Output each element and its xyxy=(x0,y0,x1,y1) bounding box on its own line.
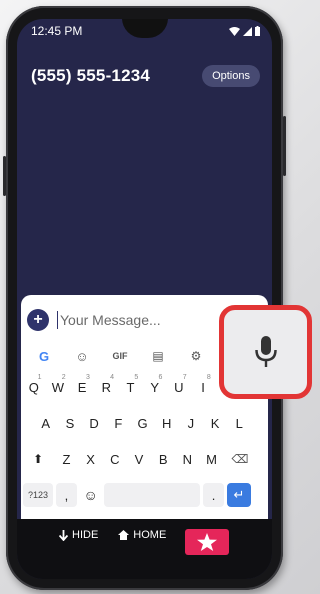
key-y[interactable]: Y6 xyxy=(144,373,166,401)
enter-key[interactable]: ↵ xyxy=(226,483,251,507)
home-button[interactable]: HOME xyxy=(118,529,166,541)
key-s[interactable]: S xyxy=(59,409,81,437)
status-time: 12:45 PM xyxy=(31,24,83,38)
arrow-down-icon xyxy=(59,529,68,541)
clipboard-icon[interactable]: ▤ xyxy=(139,349,177,363)
shift-key[interactable]: ⬆ xyxy=(23,445,53,473)
wifi-icon xyxy=(229,26,240,36)
key-v[interactable]: V xyxy=(128,445,150,473)
key-g[interactable]: G xyxy=(132,409,154,437)
sticker-icon-glyph: ☺ xyxy=(75,348,89,364)
period-key[interactable]: . xyxy=(202,483,225,507)
key-label: Y xyxy=(150,379,160,395)
keyboard-row-1: Q1 W2 E3 R4 T5 Y6 U7 I8 xyxy=(23,373,217,401)
star-icon xyxy=(197,533,217,551)
key-hint: 6 xyxy=(158,374,163,381)
key-c[interactable]: C xyxy=(104,445,126,473)
keyboard-row-2: A S D F G H J K L xyxy=(35,409,253,437)
key-hint: 3 xyxy=(85,374,90,381)
star-button[interactable] xyxy=(185,529,229,555)
key-label: U xyxy=(174,379,184,395)
key-t[interactable]: T5 xyxy=(120,373,142,401)
key-hint: 2 xyxy=(61,374,66,381)
key-label: R xyxy=(101,379,111,395)
key-label: W xyxy=(51,379,65,395)
google-icon-glyph: G xyxy=(38,348,50,364)
key-hint: 7 xyxy=(182,374,187,381)
key-l[interactable]: L xyxy=(229,409,251,437)
home-label: HOME xyxy=(133,529,167,541)
clipboard-icon-glyph: ▤ xyxy=(152,349,164,363)
settings-icon-glyph: ⚙ xyxy=(190,349,202,363)
key-a[interactable]: A xyxy=(35,409,57,437)
emoji-key[interactable]: ☺ xyxy=(80,481,102,509)
settings-icon[interactable]: ⚙ xyxy=(177,349,215,363)
key-n[interactable]: N xyxy=(177,445,199,473)
conversation-header: (555) 555-1234 Options xyxy=(31,65,260,87)
key-hint: 5 xyxy=(134,374,139,381)
key-f[interactable]: F xyxy=(108,409,130,437)
home-icon xyxy=(118,530,130,540)
key-h[interactable]: H xyxy=(156,409,178,437)
key-e[interactable]: E3 xyxy=(71,373,93,401)
battery-icon xyxy=(255,26,260,36)
key-m[interactable]: M xyxy=(201,445,223,473)
gif-label: GIF xyxy=(112,351,128,361)
key-label: E xyxy=(77,379,87,395)
symbols-key[interactable]: ?123 xyxy=(23,483,53,507)
sticker-icon[interactable]: ☺ xyxy=(63,349,101,364)
microphone-button[interactable] xyxy=(234,321,297,383)
phone-side-button xyxy=(283,116,286,176)
bottom-nav: HIDE HOME xyxy=(17,519,272,579)
signal-icon xyxy=(243,26,252,36)
key-hint: 8 xyxy=(206,374,211,381)
key-label: I xyxy=(201,379,205,395)
comma-key[interactable]: , xyxy=(55,483,78,507)
add-attachment-button[interactable]: + xyxy=(27,309,49,331)
key-hint: 1 xyxy=(37,374,42,381)
google-icon[interactable]: G xyxy=(25,349,63,364)
key-hint: 4 xyxy=(110,374,115,381)
gif-icon[interactable]: GIF xyxy=(101,351,139,361)
key-b[interactable]: B xyxy=(152,445,174,473)
microphone-button-highlight[interactable] xyxy=(219,305,312,399)
key-z[interactable]: Z xyxy=(56,445,78,473)
phone-side-button xyxy=(3,156,6,196)
phone-frame: 12:45 PM (555) 555-1234 Options + G ☺ GI… xyxy=(3,6,286,590)
hide-label: HIDE xyxy=(72,529,99,541)
key-u[interactable]: U7 xyxy=(168,373,190,401)
keyboard-row-3: ⬆ Z X C V B N M ⌫ xyxy=(23,445,258,473)
microphone-icon xyxy=(254,336,277,367)
key-x[interactable]: X xyxy=(80,445,102,473)
key-label: Q xyxy=(28,379,39,395)
backspace-key[interactable]: ⌫ xyxy=(225,445,255,473)
space-key[interactable] xyxy=(104,483,201,507)
keyboard-toolbar: G ☺ GIF ▤ ⚙ xyxy=(25,344,225,368)
key-q[interactable]: Q1 xyxy=(23,373,45,401)
status-bar: 12:45 PM xyxy=(17,19,272,43)
key-label: T xyxy=(126,379,135,395)
keyboard-row-4: ?123 , ☺ . ↵ xyxy=(23,481,254,509)
key-w[interactable]: W2 xyxy=(47,373,69,401)
hide-keyboard-button[interactable]: HIDE xyxy=(59,529,98,541)
message-input[interactable] xyxy=(57,311,212,329)
key-j[interactable]: J xyxy=(180,409,202,437)
contact-phone-number: (555) 555-1234 xyxy=(31,66,151,85)
key-d[interactable]: D xyxy=(83,409,105,437)
key-r[interactable]: R4 xyxy=(96,373,118,401)
status-icons xyxy=(229,26,260,36)
key-k[interactable]: K xyxy=(204,409,226,437)
key-i[interactable]: I8 xyxy=(192,373,214,401)
options-button[interactable]: Options xyxy=(202,65,260,87)
phone-screen: 12:45 PM (555) 555-1234 Options + G ☺ GI… xyxy=(17,19,272,579)
